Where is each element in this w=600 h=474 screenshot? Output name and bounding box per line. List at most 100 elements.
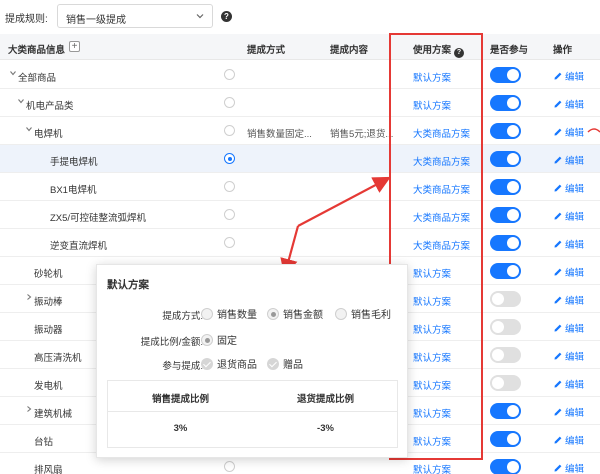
edit-button[interactable]: 编辑 xyxy=(553,125,584,139)
participate-toggle[interactable] xyxy=(490,319,521,335)
column-header-content: 提成内容 xyxy=(330,45,369,56)
ratio-option-fixed[interactable]: 固定 xyxy=(201,332,237,347)
pencil-icon xyxy=(553,128,565,139)
caret-right-icon[interactable] xyxy=(25,405,33,413)
table-row[interactable]: 手提电焊机 大类商品方案 编辑 xyxy=(0,145,600,173)
method-option-profit[interactable]: 销售毛利 xyxy=(335,306,391,321)
participate-toggle[interactable] xyxy=(490,459,521,474)
edit-button[interactable]: 编辑 xyxy=(553,377,584,391)
category-name: 高压清洗机 xyxy=(34,353,82,364)
category-name: 手提电焊机 xyxy=(50,157,98,168)
pencil-icon xyxy=(553,72,565,83)
plan-link[interactable]: 大类商品方案 xyxy=(413,182,470,196)
edit-button[interactable]: 编辑 xyxy=(553,405,584,419)
table-row[interactable]: 电焊机 销售数量固定... 销售5元;退货... 大类商品方案 编辑 xyxy=(0,117,600,145)
plan-link[interactable]: 默认方案 xyxy=(413,294,451,308)
row-radio[interactable] xyxy=(224,153,235,164)
table-header-sales-ratio: 销售提成比例 xyxy=(151,394,209,405)
row-radio[interactable] xyxy=(224,69,235,80)
caret-right-icon[interactable] xyxy=(25,293,33,301)
participate-toggle[interactable] xyxy=(490,95,521,111)
plan-link[interactable]: 默认方案 xyxy=(413,98,451,112)
edit-button[interactable]: 编辑 xyxy=(553,349,584,363)
edit-button[interactable]: 编辑 xyxy=(553,293,584,307)
plan-link[interactable]: 默认方案 xyxy=(413,462,451,474)
participate-toggle[interactable] xyxy=(490,123,521,139)
participate-toggle[interactable] xyxy=(490,235,521,251)
radio-icon xyxy=(335,308,347,320)
method-option-amount[interactable]: 销售金额 xyxy=(267,306,323,321)
caret-down-icon[interactable] xyxy=(17,97,25,105)
expand-all-icon[interactable]: + xyxy=(69,41,80,52)
edit-label: 编辑 xyxy=(565,72,585,83)
row-radio[interactable] xyxy=(224,461,235,472)
category-name: 机电产品类 xyxy=(26,101,74,112)
column-header-method: 提成方式 xyxy=(247,45,286,56)
pencil-icon xyxy=(553,100,565,111)
row-radio[interactable] xyxy=(224,237,235,248)
participate-toggle[interactable] xyxy=(490,375,521,391)
row-radio[interactable] xyxy=(224,125,235,136)
participate-toggle[interactable] xyxy=(490,67,521,83)
plan-link[interactable]: 默认方案 xyxy=(413,350,451,364)
plan-link[interactable]: 默认方案 xyxy=(413,434,451,448)
edit-label: 编辑 xyxy=(565,464,585,474)
participate-toggle[interactable] xyxy=(490,431,521,447)
edit-button[interactable]: 编辑 xyxy=(553,433,584,447)
sales-ratio-value: 3% xyxy=(173,423,188,434)
edit-button[interactable]: 编辑 xyxy=(553,321,584,335)
participate-toggle[interactable] xyxy=(490,179,521,195)
help-icon[interactable]: ? xyxy=(221,11,232,22)
category-name: 建筑机械 xyxy=(34,409,73,420)
edit-button[interactable]: 编辑 xyxy=(553,209,584,223)
participate-toggle[interactable] xyxy=(490,207,521,223)
table-row[interactable]: 全部商品 默认方案 编辑 xyxy=(0,61,600,89)
plan-link[interactable]: 默认方案 xyxy=(413,378,451,392)
plan-link[interactable]: 大类商品方案 xyxy=(413,154,470,168)
row-radio[interactable] xyxy=(224,181,235,192)
participate-toggle[interactable] xyxy=(490,403,521,419)
participate-toggle[interactable] xyxy=(490,347,521,363)
plan-link[interactable]: 大类商品方案 xyxy=(413,238,470,252)
method-option-quantity[interactable]: 销售数量 xyxy=(201,306,257,321)
table-row[interactable]: ZX5/可控硅整流弧焊机 大类商品方案 编辑 xyxy=(0,201,600,229)
category-name: BX1电焊机 xyxy=(50,185,97,196)
edit-label: 编辑 xyxy=(565,156,585,167)
pencil-icon xyxy=(553,268,565,279)
rule-select[interactable]: 销售一级提成 xyxy=(57,4,213,28)
category-name: 振动器 xyxy=(34,325,63,336)
participate-toggle[interactable] xyxy=(490,263,521,279)
plan-link[interactable]: 默认方案 xyxy=(413,70,451,84)
plan-link[interactable]: 默认方案 xyxy=(413,406,451,420)
plan-link[interactable]: 默认方案 xyxy=(413,322,451,336)
pencil-icon xyxy=(553,352,565,363)
category-name: 发电机 xyxy=(34,381,63,392)
participate-toggle[interactable] xyxy=(490,151,521,167)
plan-link[interactable]: 默认方案 xyxy=(413,266,451,280)
column-header-category: 大类商品信息 xyxy=(8,45,66,56)
return-ratio-value: -3% xyxy=(317,423,334,434)
pencil-icon xyxy=(553,184,565,195)
edit-button[interactable]: 编辑 xyxy=(553,153,584,167)
edit-button[interactable]: 编辑 xyxy=(553,237,584,251)
participate-option-gifts[interactable]: 赠品 xyxy=(267,356,303,371)
participate-option-returns[interactable]: 退货商品 xyxy=(201,356,257,371)
edit-label: 编辑 xyxy=(565,268,585,279)
caret-down-icon[interactable] xyxy=(9,69,17,77)
table-row[interactable]: BX1电焊机 大类商品方案 编辑 xyxy=(0,173,600,201)
plan-link[interactable]: 大类商品方案 xyxy=(413,210,470,224)
row-radio[interactable] xyxy=(224,209,235,220)
edit-button[interactable]: 编辑 xyxy=(553,181,584,195)
edit-button[interactable]: 编辑 xyxy=(553,461,584,474)
edit-button[interactable]: 编辑 xyxy=(553,97,584,111)
plan-link[interactable]: 大类商品方案 xyxy=(413,126,470,140)
row-radio[interactable] xyxy=(224,97,235,108)
participate-toggle[interactable] xyxy=(490,291,521,307)
caret-down-icon[interactable] xyxy=(25,125,33,133)
table-row[interactable]: 机电产品类 默认方案 编辑 xyxy=(0,89,600,117)
help-icon[interactable]: ? xyxy=(454,48,465,58)
edit-button[interactable]: 编辑 xyxy=(553,265,584,279)
table-row[interactable]: 逆变直流焊机 大类商品方案 编辑 xyxy=(0,229,600,257)
commission-method: 销售数量固定... xyxy=(247,129,312,140)
edit-button[interactable]: 编辑 xyxy=(553,69,584,83)
